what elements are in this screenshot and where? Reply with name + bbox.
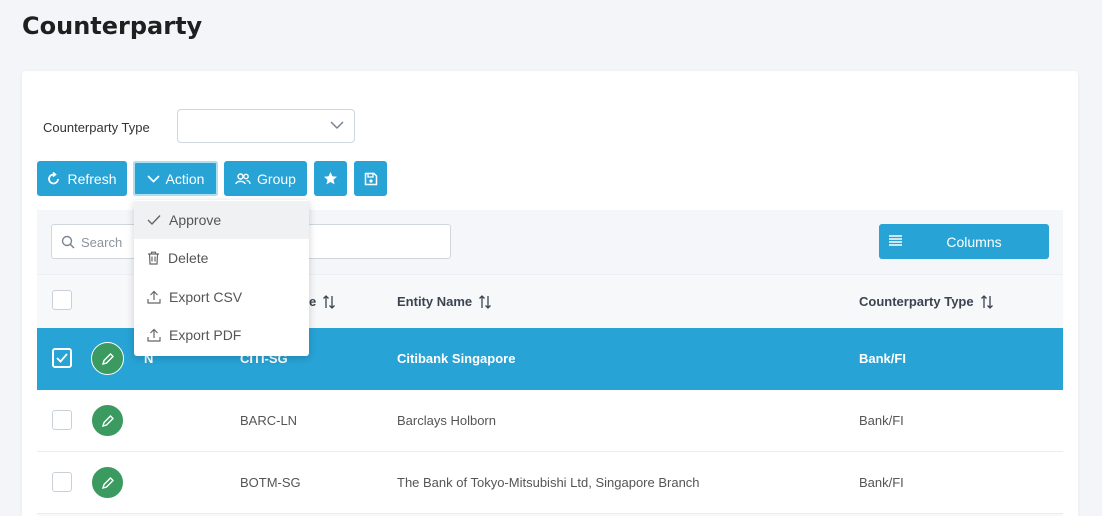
chevron-down-icon bbox=[330, 121, 344, 130]
pencil-icon bbox=[101, 476, 114, 489]
row-code: BOTM-SG bbox=[240, 475, 301, 490]
save-icon bbox=[364, 172, 377, 185]
search-placeholder: Search bbox=[81, 235, 123, 250]
row-entity-name: Barclays Holborn bbox=[397, 413, 496, 428]
action-label: Action bbox=[165, 170, 205, 187]
group-label: Group bbox=[257, 170, 296, 187]
column-header-counterparty-type-label: Counterparty Type bbox=[859, 294, 974, 309]
menu-item-label: Export CSV bbox=[169, 289, 243, 305]
upload-icon bbox=[147, 328, 161, 342]
action-dropdown-menu: Approve Delete Export CSV Export PDF bbox=[134, 200, 309, 356]
chevron-down-icon bbox=[146, 174, 160, 183]
check-icon bbox=[56, 353, 68, 363]
users-icon bbox=[235, 172, 251, 184]
row-type: Bank/FI bbox=[859, 475, 904, 490]
group-button[interactable]: Group bbox=[224, 161, 307, 196]
search-icon bbox=[61, 235, 75, 249]
action-button[interactable]: Action bbox=[133, 161, 218, 196]
page-title: Counterparty bbox=[22, 12, 203, 40]
column-header-entity-name-label: Entity Name bbox=[397, 294, 473, 309]
row-type: Bank/FI bbox=[859, 413, 904, 428]
save-button[interactable] bbox=[354, 161, 387, 196]
menu-item-export-pdf[interactable]: Export PDF bbox=[134, 316, 309, 354]
pencil-icon bbox=[101, 352, 114, 365]
check-icon bbox=[147, 215, 161, 226]
row-entity-name: The Bank of Tokyo-Mitsubishi Ltd, Singap… bbox=[397, 475, 700, 490]
edit-button[interactable] bbox=[91, 404, 124, 437]
counterparty-type-select[interactable] bbox=[177, 109, 355, 143]
menu-item-export-csv[interactable]: Export CSV bbox=[134, 278, 309, 316]
refresh-icon bbox=[48, 171, 60, 184]
row-code: BARC-LN bbox=[240, 413, 298, 428]
row-entity-name: Citibank Singapore bbox=[397, 351, 516, 366]
trash-icon bbox=[148, 251, 159, 265]
column-header-counterparty-type[interactable]: Counterparty Type bbox=[859, 294, 994, 309]
pencil-icon bbox=[101, 414, 114, 427]
edit-button[interactable] bbox=[91, 466, 124, 499]
sort-icon bbox=[479, 294, 492, 309]
refresh-button[interactable]: Refresh bbox=[37, 161, 127, 196]
row-type: Bank/FI bbox=[859, 351, 906, 366]
upload-icon bbox=[147, 290, 161, 304]
menu-item-delete[interactable]: Delete bbox=[134, 239, 309, 277]
menu-item-label: Export PDF bbox=[169, 327, 242, 343]
column-header-code-label: e bbox=[309, 294, 317, 309]
select-all-checkbox[interactable] bbox=[52, 290, 72, 310]
menu-item-label: Approve bbox=[169, 212, 222, 228]
favorite-button[interactable] bbox=[314, 161, 347, 196]
columns-button[interactable]: Columns bbox=[879, 224, 1049, 259]
row-checkbox[interactable] bbox=[52, 348, 72, 368]
table-row[interactable]: BOTM-SG The Bank of Tokyo-Mitsubishi Ltd… bbox=[37, 452, 1063, 514]
edit-button[interactable] bbox=[91, 342, 124, 375]
column-header-entity-name[interactable]: Entity Name bbox=[397, 294, 492, 309]
sort-icon bbox=[980, 294, 993, 309]
row-checkbox[interactable] bbox=[52, 410, 72, 430]
counterparty-type-label: Counterparty Type bbox=[43, 120, 150, 135]
column-header-code[interactable]: e bbox=[309, 294, 336, 309]
columns-label: Columns bbox=[946, 234, 1002, 250]
menu-item-label: Delete bbox=[168, 250, 209, 266]
star-icon bbox=[324, 172, 337, 185]
refresh-label: Refresh bbox=[67, 170, 117, 187]
sort-icon bbox=[323, 294, 336, 309]
menu-item-approve[interactable]: Approve bbox=[134, 201, 309, 239]
table-row[interactable]: BARC-LN Barclays Holborn Bank/FI bbox=[37, 390, 1063, 452]
row-checkbox[interactable] bbox=[52, 472, 72, 492]
